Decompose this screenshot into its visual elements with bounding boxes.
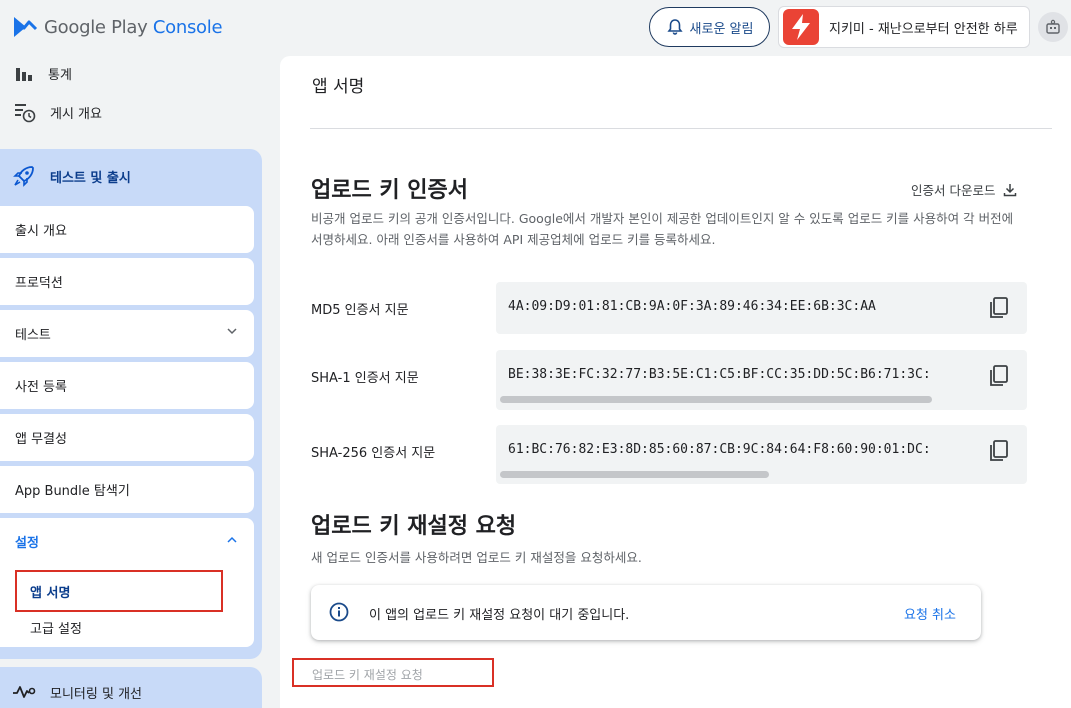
horizontal-scrollbar[interactable] xyxy=(500,471,769,478)
sidebar-item-label: 프로덕션 xyxy=(15,276,63,291)
md5-fingerprint-value[interactable]: 4A:09:D9:01:81:CB:9A:0F:3A:89:46:34:EE:6… xyxy=(508,299,972,314)
sidebar-item-label: 앱 무결성 xyxy=(15,432,67,447)
sha256-label: SHA-256 인증서 지문 xyxy=(311,446,436,461)
download-icon xyxy=(1004,183,1017,196)
play-console-logo-icon xyxy=(14,17,38,37)
sidebar-item-label: 게시 개요 xyxy=(50,106,102,122)
divider xyxy=(310,128,1052,129)
sidebar-item-pre-registration[interactable]: 사전 등록 xyxy=(0,362,254,409)
sidebar-item-label: 출시 개요 xyxy=(15,224,67,239)
md5-fingerprint-box: 4A:09:D9:01:81:CB:9A:0F:3A:89:46:34:EE:6… xyxy=(496,282,1027,334)
top-bar: Google Play Console 새로운 알림 지키미 - 재난으로부터 … xyxy=(0,0,1071,56)
sidebar-item-label: App Bundle 탐색기 xyxy=(15,484,130,499)
highlight-box-app-signing xyxy=(15,570,223,612)
sidebar-item-label: 설정 xyxy=(15,535,39,551)
download-certificate-label: 인증서 다운로드 xyxy=(911,183,996,198)
pending-reset-notice: 이 앱의 업로드 키 재설정 요청이 대기 중입니다. 요청 취소 xyxy=(311,585,981,640)
sidebar-item-app-integrity[interactable]: 앱 무결성 xyxy=(0,414,254,461)
monitoring-pulse-icon xyxy=(13,686,36,698)
rocket-icon xyxy=(13,166,34,187)
copy-icon[interactable] xyxy=(988,296,1010,320)
play-console-app: Google Play Console 새로운 알림 지키미 - 재난으로부터 … xyxy=(0,0,1071,708)
chevron-down-icon xyxy=(227,328,237,335)
sha1-fingerprint-value[interactable]: BE:38:3E:FC:32:77:B3:5E:C1:C5:BF:CC:35:D… xyxy=(508,367,972,382)
sidebar-item-statistics[interactable]: 통계 xyxy=(0,55,262,91)
reset-description: 새 업로드 인증서를 사용하려면 업로드 키 재설정을 요청하세요. xyxy=(311,550,642,565)
new-notifications-label: 새로운 알림 xyxy=(689,21,754,37)
download-certificate-link[interactable]: 인증서 다운로드 xyxy=(911,180,1017,199)
app-icon xyxy=(783,9,819,45)
sidebar-item-production[interactable]: 프로덕션 xyxy=(0,258,254,305)
sidebar-item-settings[interactable]: 설정 xyxy=(0,518,254,564)
sidebar-item-publishing-overview[interactable]: 게시 개요 xyxy=(0,94,262,130)
app-selector[interactable]: 지키미 - 재난으로부터 안전한 하루 xyxy=(778,6,1030,48)
highlight-box-reset-request xyxy=(292,658,494,687)
sha1-fingerprint-box: BE:38:3E:FC:32:77:B3:5E:C1:C5:BF:CC:35:D… xyxy=(496,350,1027,410)
sidebar-item-test-and-release[interactable]: 테스트 및 출시 xyxy=(0,149,262,203)
bar-chart-icon xyxy=(16,68,32,81)
logo-google-play: Google Play xyxy=(44,16,148,38)
sidebar-item-label: 통계 xyxy=(48,67,72,83)
lightning-icon xyxy=(792,14,810,40)
upload-cert-heading: 업로드 키 인증서 xyxy=(311,178,468,203)
sidebar-item-release-overview[interactable]: 출시 개요 xyxy=(0,206,254,253)
google-play-console-logo[interactable]: Google Play Console xyxy=(12,14,223,40)
sidebar-item-monitoring[interactable]: 모니터링 및 개선 xyxy=(0,667,262,708)
sidebar-item-label: 모니터링 및 개선 xyxy=(50,686,142,702)
app-name: 지키미 - 재난으로부터 안전한 하루 xyxy=(829,21,1018,37)
sha1-label: SHA-1 인증서 지문 xyxy=(311,371,419,386)
sha256-fingerprint-box: 61:BC:76:82:E3:8D:85:60:87:CB:9C:84:64:F… xyxy=(496,425,1027,484)
sidebar: 통계 게시 개요 테스트 및 출시 출시 개요 프로덕션 테스트 사전 등록 앱… xyxy=(0,56,270,708)
md5-label: MD5 인증서 지문 xyxy=(311,303,409,318)
sidebar-item-label: 사전 등록 xyxy=(15,380,67,395)
logo-text: Google Play Console xyxy=(44,16,223,38)
reset-heading: 업로드 키 재설정 요청 xyxy=(311,514,517,539)
cancel-request-button[interactable]: 요청 취소 xyxy=(904,604,956,623)
sidebar-item-advanced-settings[interactable]: 고급 설정 xyxy=(30,618,82,637)
main-content: 앱 서명 업로드 키 인증서 인증서 다운로드 비공개 업로드 키의 공개 인증… xyxy=(280,56,1071,708)
section-label: 테스트 및 출시 xyxy=(50,170,131,186)
bell-icon xyxy=(666,19,683,35)
sidebar-item-label: 고급 설정 xyxy=(30,622,82,637)
sha256-fingerprint-value[interactable]: 61:BC:76:82:E3:8D:85:60:87:CB:9C:84:64:F… xyxy=(508,442,972,457)
publishing-overview-icon xyxy=(15,104,36,123)
chevron-up-icon xyxy=(227,536,237,543)
sidebar-item-label: 테스트 xyxy=(15,328,51,343)
horizontal-scrollbar[interactable] xyxy=(500,396,932,403)
sidebar-item-app-bundle-explorer[interactable]: App Bundle 탐색기 xyxy=(0,466,254,513)
notice-text: 이 앱의 업로드 키 재설정 요청이 대기 중입니다. xyxy=(369,608,630,623)
page-title: 앱 서명 xyxy=(312,77,365,97)
account-icon[interactable] xyxy=(1038,12,1068,42)
info-icon xyxy=(329,602,349,622)
copy-icon[interactable] xyxy=(988,364,1010,388)
developer-account-icon xyxy=(1046,19,1060,34)
copy-icon[interactable] xyxy=(988,439,1010,463)
upload-cert-description: 비공개 업로드 키의 공개 인증서입니다. Google에서 개발자 본인이 제… xyxy=(311,211,1014,247)
new-notifications-button[interactable]: 새로운 알림 xyxy=(649,7,770,47)
sidebar-item-testing[interactable]: 테스트 xyxy=(0,310,254,357)
logo-console: Console xyxy=(152,16,223,38)
